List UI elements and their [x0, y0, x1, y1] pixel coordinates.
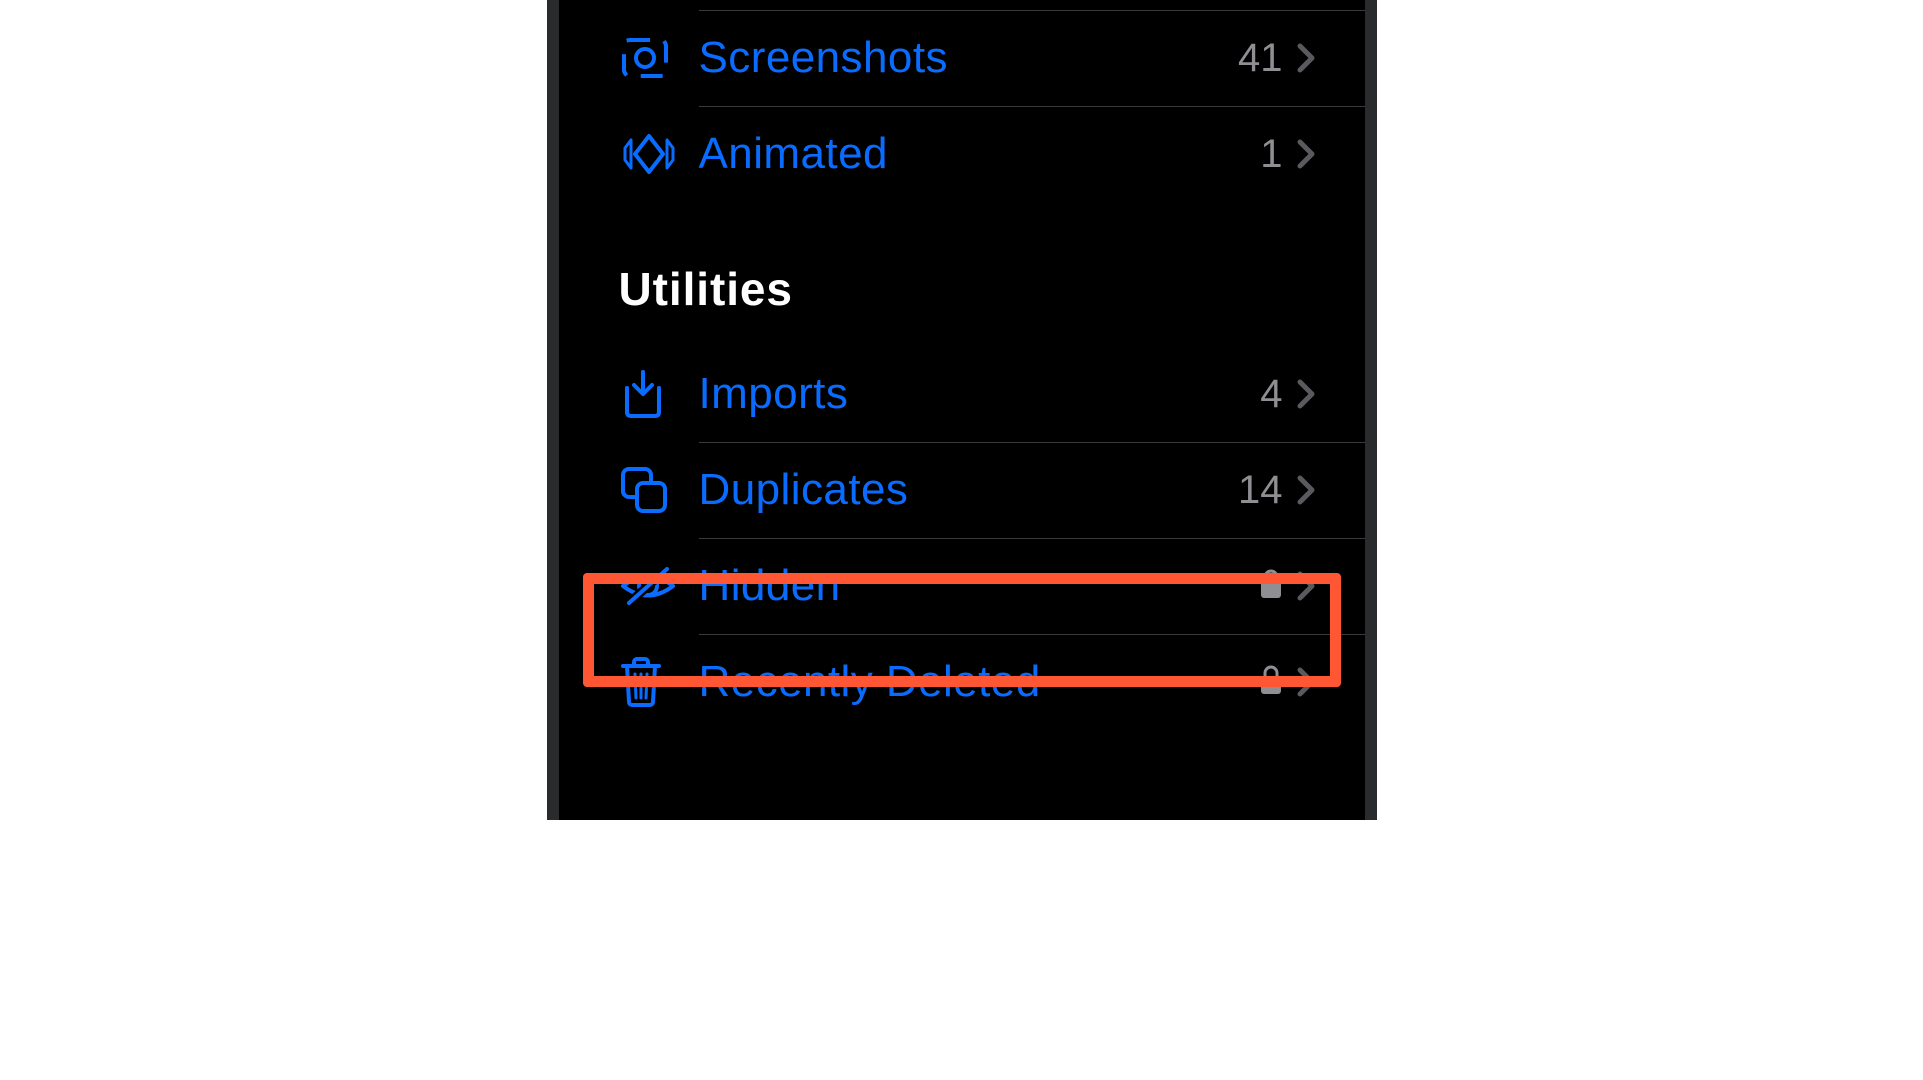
- album-count: 14: [1238, 468, 1283, 513]
- chevron-right-icon: [1297, 43, 1315, 73]
- hidden-icon: [619, 563, 699, 609]
- album-row-duplicates[interactable]: Duplicates 14: [619, 442, 1315, 538]
- row-divider: [699, 106, 1365, 107]
- albums-screen[interactable]: Screenshots 41 Animated: [559, 0, 1365, 820]
- album-label: Recently Deleted: [699, 657, 1259, 707]
- album-count: 41: [1238, 36, 1283, 81]
- album-row-recently-deleted[interactable]: Recently Deleted: [619, 634, 1315, 730]
- row-trailing: 4: [1260, 372, 1314, 417]
- album-row-animated[interactable]: Animated 1: [619, 106, 1315, 202]
- album-row-imports[interactable]: Imports 4: [619, 346, 1315, 442]
- row-divider: [699, 442, 1365, 443]
- album-label: Animated: [699, 129, 1261, 179]
- screenshots-icon: [619, 32, 699, 84]
- row-trailing: [1259, 664, 1315, 701]
- album-label: Duplicates: [699, 465, 1239, 515]
- chevron-right-icon: [1297, 571, 1315, 601]
- row-divider: [699, 634, 1365, 635]
- row-trailing: [1259, 568, 1315, 605]
- row-divider: [699, 10, 1365, 11]
- chevron-right-icon: [1297, 667, 1315, 697]
- lock-icon: [1259, 568, 1283, 605]
- chevron-right-icon: [1297, 379, 1315, 409]
- album-row-hidden[interactable]: Hidden: [619, 538, 1315, 634]
- utilities-section: Imports 4 Duplicates: [619, 346, 1315, 730]
- phone-device-frame: Screenshots 41 Animated: [547, 0, 1377, 820]
- duplicates-icon: [619, 465, 699, 515]
- album-count: 1: [1260, 132, 1282, 177]
- album-label: Imports: [699, 369, 1261, 419]
- album-count: 4: [1260, 372, 1282, 417]
- album-row-screenshots[interactable]: Screenshots 41: [619, 10, 1315, 106]
- media-types-section: Screenshots 41 Animated: [619, 0, 1315, 202]
- row-trailing: 14: [1238, 468, 1315, 513]
- recently-deleted-icon: [619, 656, 699, 708]
- row-trailing: 1: [1260, 132, 1314, 177]
- row-divider: [699, 538, 1365, 539]
- row-trailing: 41: [1238, 36, 1315, 81]
- album-label: Hidden: [699, 561, 1259, 611]
- section-header-utilities: Utilities: [619, 262, 1315, 316]
- animated-icon: [619, 130, 699, 178]
- imports-icon: [619, 368, 699, 420]
- album-label: Screenshots: [699, 33, 1239, 83]
- chevron-right-icon: [1297, 475, 1315, 505]
- lock-icon: [1259, 664, 1283, 701]
- chevron-right-icon: [1297, 139, 1315, 169]
